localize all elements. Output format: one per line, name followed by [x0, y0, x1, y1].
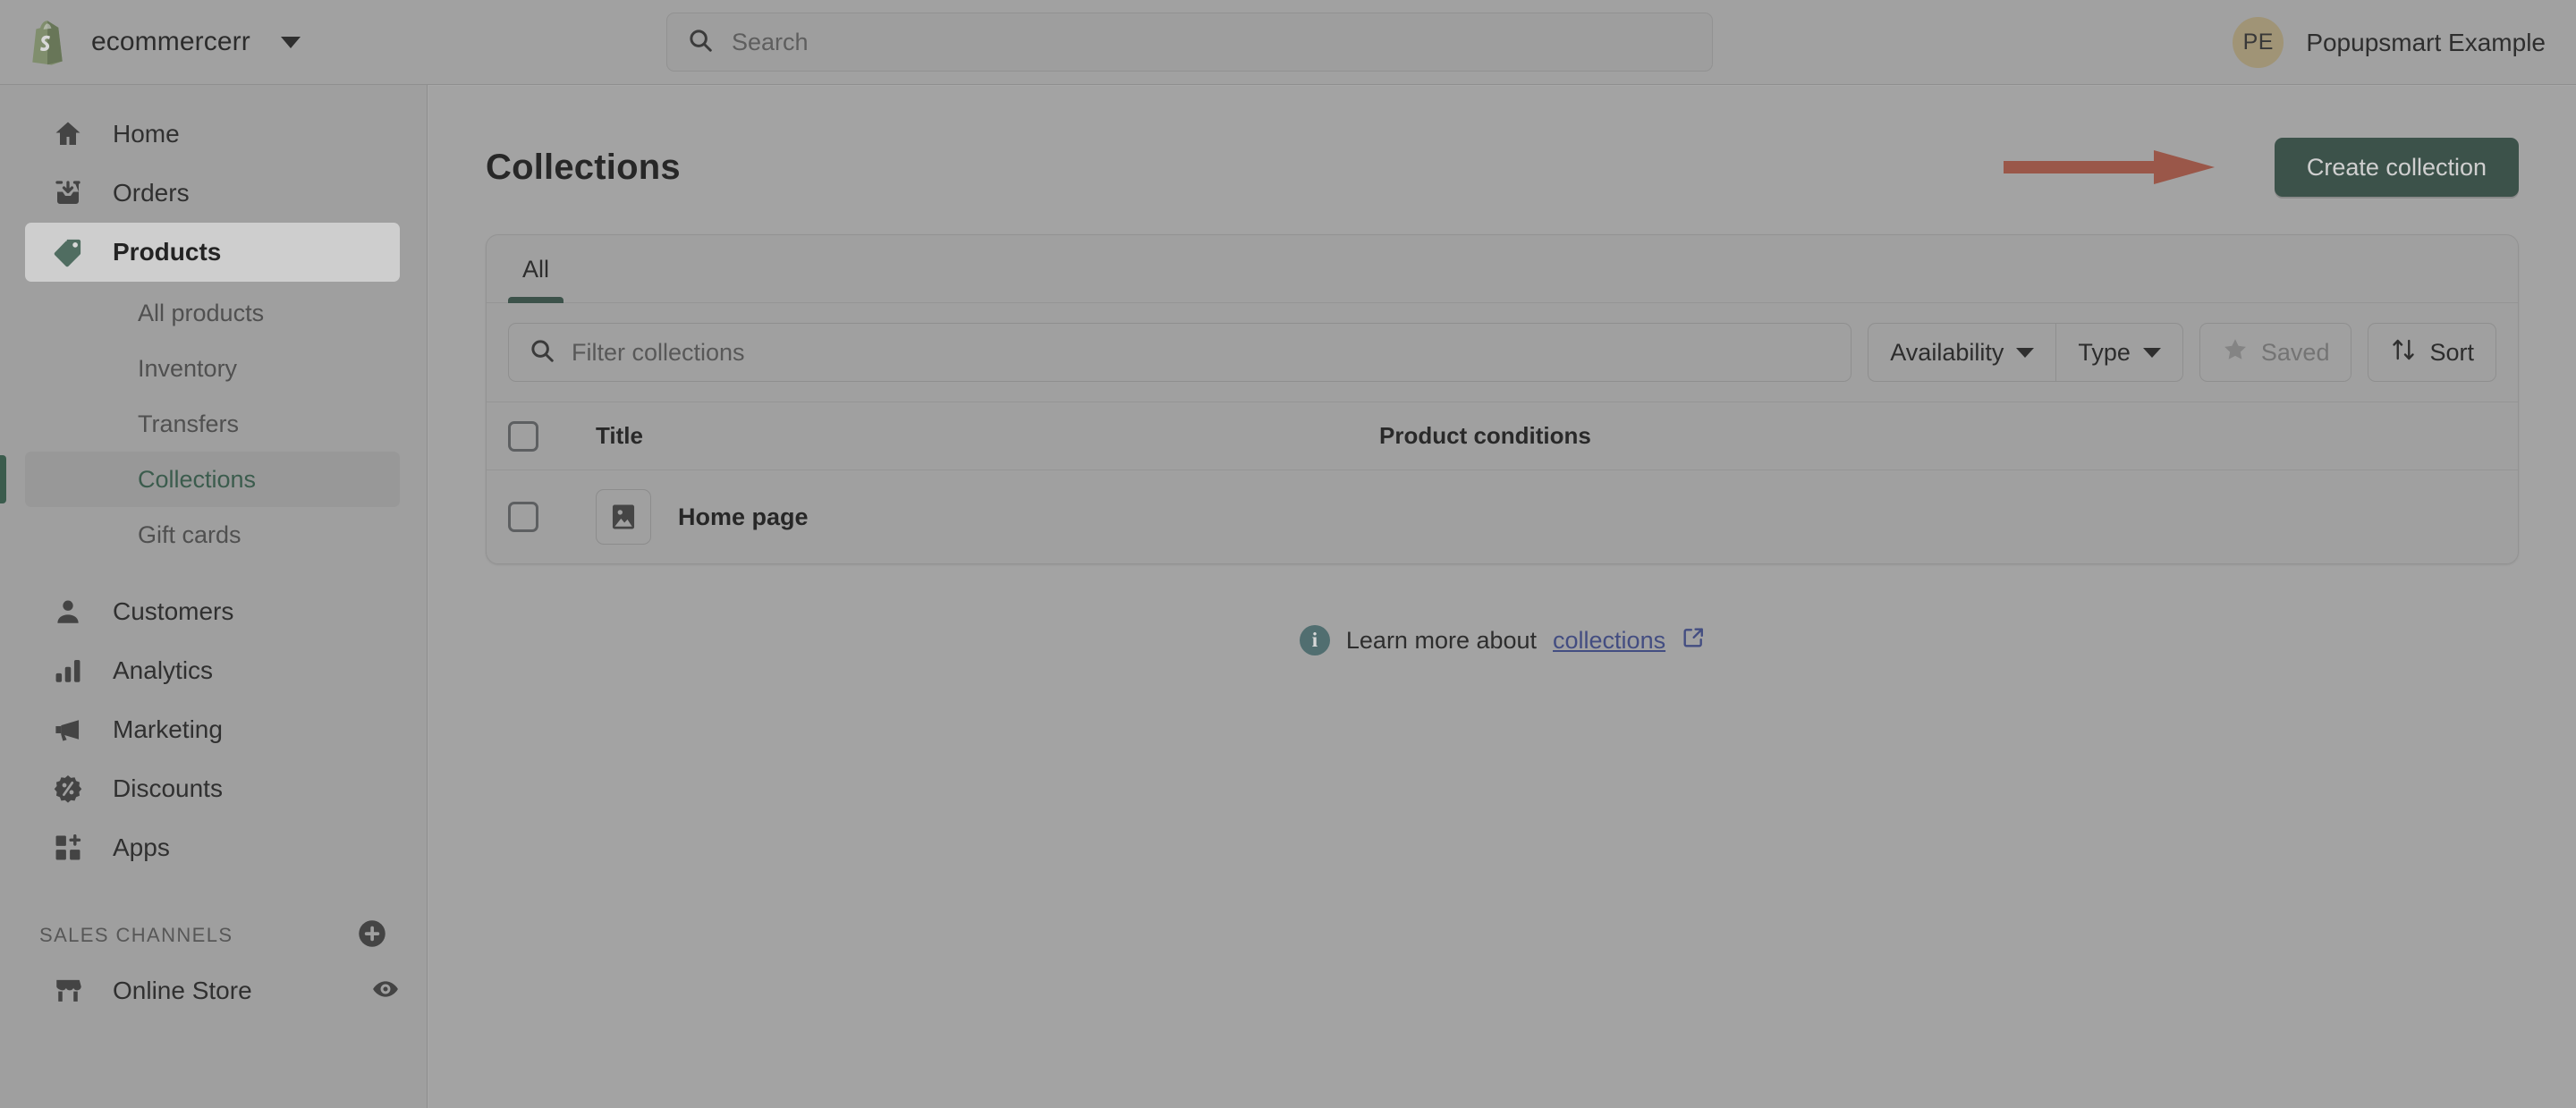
select-all-checkbox-cell — [508, 420, 574, 452]
availability-filter-label: Availability — [1890, 338, 2004, 366]
home-icon — [50, 116, 86, 152]
sidebar-item-label: Orders — [113, 179, 190, 207]
page-header: Collections Create collection — [486, 134, 2519, 200]
nav-divider-space — [0, 562, 427, 582]
orders-inbox-icon — [50, 175, 86, 211]
filter-placeholder: Filter collections — [572, 338, 745, 366]
sidebar-subitem-label: Gift cards — [138, 520, 242, 548]
collections-card: All Filter collections Availability Type… — [486, 234, 2519, 564]
store-name: ecommercerr — [91, 27, 250, 56]
main-content: Collections Create collection All Filter… — [428, 86, 2576, 1108]
external-link-icon[interactable] — [1682, 626, 1705, 655]
sidebar-item-label: Apps — [113, 833, 170, 861]
search-placeholder: Search — [732, 28, 809, 55]
products-subnav: All products Inventory Transfers Collect… — [0, 285, 427, 562]
search-input[interactable]: Search — [666, 13, 1713, 72]
learn-more-footnote: i Learn more about collections — [486, 625, 2519, 655]
store-switcher[interactable]: ecommercerr — [0, 19, 429, 65]
sidebar-item-label: Marketing — [113, 715, 223, 743]
top-bar: ecommercerr Search PE Popupsmart Example — [0, 0, 2576, 85]
sidebar-item-label: Discounts — [113, 774, 223, 802]
row-checkbox[interactable] — [508, 502, 538, 532]
sidebar-item-label: Customers — [113, 597, 234, 625]
sidebar-item-products[interactable]: Products — [25, 223, 400, 282]
plus-circle-icon[interactable] — [357, 918, 387, 953]
sidebar-subitem-gift-cards[interactable]: Gift cards — [25, 507, 400, 562]
annotation-arrow-icon — [2004, 148, 2216, 186]
sidebar-item-discounts[interactable]: Discounts — [25, 759, 400, 818]
filter-button-group: Availability Type — [1868, 323, 2183, 382]
sidebar-subitem-all-products[interactable]: All products — [25, 285, 400, 341]
type-filter-label: Type — [2078, 338, 2131, 366]
megaphone-icon — [50, 712, 86, 748]
sidebar-subitem-inventory[interactable]: Inventory — [25, 341, 400, 396]
select-all-checkbox[interactable] — [508, 420, 538, 452]
sidebar-item-customers[interactable]: Customers — [25, 582, 400, 641]
saved-filter-label: Saved — [2260, 338, 2330, 366]
search-icon — [687, 27, 714, 58]
page-title: Collections — [486, 147, 681, 187]
saved-filter-button[interactable]: Saved — [2199, 323, 2352, 382]
sidebar-item-label: Online Store — [113, 977, 252, 1004]
sidebar-subitem-label: Transfers — [138, 410, 240, 437]
sidebar-item-online-store[interactable]: Online Store — [25, 961, 400, 1020]
tab-all[interactable]: All — [501, 235, 571, 303]
sidebar-item-marketing[interactable]: Marketing — [25, 700, 400, 759]
collections-help-link[interactable]: collections — [1553, 627, 1665, 655]
chevron-down-icon — [2142, 347, 2161, 358]
sidebar: Home Orders Products All products Invent… — [0, 85, 428, 1108]
product-tag-icon — [50, 234, 86, 270]
availability-filter-button[interactable]: Availability — [1868, 323, 2056, 382]
row-title-cell: Home page — [574, 489, 1379, 545]
sidebar-subitem-collections[interactable]: Collections — [0, 452, 400, 507]
column-header-product-conditions: Product conditions — [1379, 422, 1591, 449]
search-icon — [529, 337, 555, 368]
user-menu[interactable]: PE Popupsmart Example — [2233, 0, 2546, 85]
filter-bar: Filter collections Availability Type Sav… — [487, 303, 2518, 402]
sidebar-subitem-label: Collections — [138, 465, 257, 493]
sidebar-item-orders[interactable]: Orders — [25, 164, 400, 223]
create-collection-button[interactable]: Create collection — [2274, 138, 2519, 197]
user-name: Popupsmart Example — [2306, 28, 2546, 56]
apps-grid-plus-icon — [50, 830, 86, 866]
sort-button[interactable]: Sort — [2368, 323, 2496, 382]
sidebar-subitem-label: Inventory — [138, 354, 238, 382]
type-filter-button[interactable]: Type — [2055, 323, 2183, 382]
global-search[interactable]: Search — [666, 13, 1713, 72]
image-placeholder-icon — [596, 489, 651, 545]
sidebar-item-label: Analytics — [113, 656, 214, 684]
shopify-bag-icon — [27, 19, 68, 65]
sidebar-item-home[interactable]: Home — [25, 105, 400, 164]
chevron-down-icon[interactable] — [280, 36, 301, 48]
discount-badge-icon — [50, 771, 86, 807]
bar-chart-icon — [50, 653, 86, 689]
table-header: Title Product conditions — [487, 402, 2518, 470]
sales-channels-title: SALES CHANNELS — [39, 924, 233, 946]
column-header-title: Title — [596, 422, 643, 449]
tab-label: All — [522, 255, 550, 283]
tab-bar: All — [487, 235, 2518, 303]
eye-icon[interactable] — [371, 975, 400, 1008]
footnote-text: Learn more about — [1345, 626, 1538, 654]
sidebar-item-label: Home — [113, 120, 180, 148]
info-icon: i — [1299, 625, 1330, 655]
storefront-icon — [50, 973, 86, 1009]
sidebar-item-analytics[interactable]: Analytics — [25, 641, 400, 700]
sidebar-item-label: Products — [113, 238, 222, 266]
row-checkbox-cell — [508, 502, 574, 532]
person-icon — [50, 594, 86, 630]
sort-label: Sort — [2429, 338, 2474, 366]
sidebar-item-apps[interactable]: Apps — [25, 818, 400, 877]
shopify-admin-screen: ecommercerr Search PE Popupsmart Example — [0, 0, 2576, 1108]
row-title: Home page — [678, 503, 809, 530]
sort-arrows-icon — [2390, 336, 2417, 369]
table-row[interactable]: Home page — [487, 470, 2518, 563]
sidebar-subitem-label: All products — [138, 299, 265, 326]
sidebar-subitem-transfers[interactable]: Transfers — [25, 396, 400, 452]
sales-channels-header: SALES CHANNELS — [39, 913, 387, 958]
chevron-down-icon — [2016, 347, 2035, 358]
avatar: PE — [2233, 17, 2284, 68]
filter-collections-input[interactable]: Filter collections — [508, 323, 1852, 382]
star-icon — [2222, 336, 2249, 369]
